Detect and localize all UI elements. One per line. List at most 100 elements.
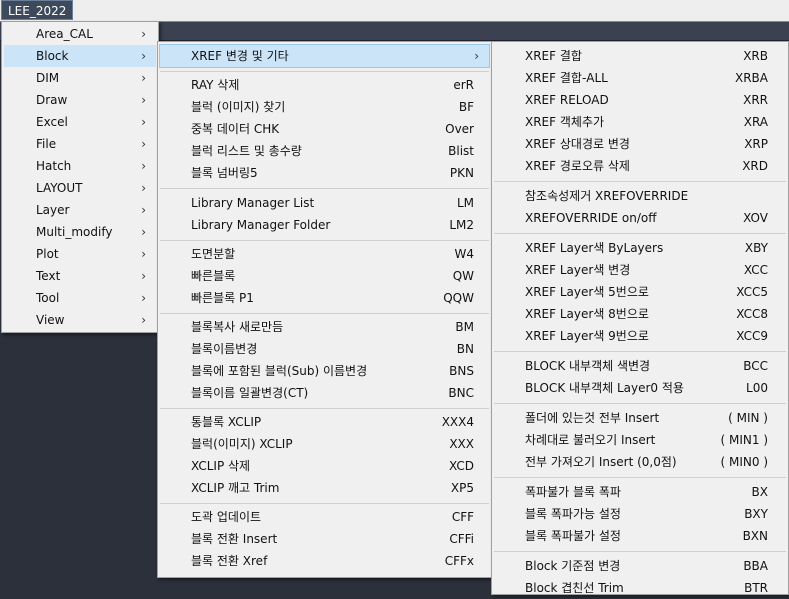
menu-item-bnc[interactable]: 블록이름 일괄변경(CT) BNC	[160, 382, 489, 404]
menu-item-l00[interactable]: BLOCK 내부객체 Layer0 적용 L00	[494, 377, 786, 399]
menu-item-bf[interactable]: 블럭 (이미지) 찾기 BF	[160, 96, 489, 118]
menu-item-plot[interactable]: Plot ›	[4, 243, 156, 265]
menu-item-shortcut: BN	[456, 342, 474, 356]
menu-item-err[interactable]: RAY 삭제 erR	[160, 74, 489, 96]
menu-item-w4[interactable]: 도면분할 W4	[160, 243, 489, 265]
menu-item-excel[interactable]: Excel ›	[4, 111, 156, 133]
menu-item-label: XREF 변경 및 기타	[191, 49, 289, 63]
menu-item-label: Block 기준점 변경	[525, 559, 621, 573]
menu-item-lm2[interactable]: Library Manager Folder LM2	[160, 214, 489, 236]
menu-item-label: DIM	[36, 71, 60, 85]
menu-item-draw[interactable]: Draw ›	[4, 89, 156, 111]
menu-item-tool[interactable]: Tool ›	[4, 287, 156, 309]
menu-item-label: XCLIP 삭제	[191, 459, 251, 473]
menu-item-xp5[interactable]: XCLIP 깨고 Trim XP5	[160, 477, 489, 499]
menu-item-hatch[interactable]: Hatch ›	[4, 155, 156, 177]
menu-item-label: Library Manager Folder	[191, 218, 331, 232]
menu-item-xref-submenu[interactable]: XREF 변경 및 기타 ›	[159, 44, 490, 68]
menubar-item-lee-2022[interactable]: LEE_2022	[1, 0, 74, 20]
menu-item-label: 도곽 업데이트	[191, 510, 262, 524]
menu-item-multi-modify[interactable]: Multi_modify ›	[4, 221, 156, 243]
menu-separator	[160, 188, 489, 189]
menu-item-block[interactable]: Block ›	[4, 45, 156, 67]
menu-item-label: Area_CAL	[36, 27, 93, 41]
menu-separator	[494, 181, 786, 182]
menu-item-pkn[interactable]: 블록 넘버링5 PKN	[160, 162, 489, 184]
menu-item-shortcut: BTR	[744, 581, 768, 595]
menu-item-xrp[interactable]: XREF 상대경로 변경 XRP	[494, 133, 786, 155]
menu-item-label: XREF 상대경로 변경	[525, 137, 630, 151]
menu-item-xcc9[interactable]: XREF Layer색 9번으로 XCC9	[494, 325, 786, 347]
menu-item-label: 블럭 리스트 및 총수량	[191, 144, 302, 158]
menu-item-bxn[interactable]: 블록 폭파불가 설정 BXN	[494, 525, 786, 547]
menu-item-label: XCLIP 깨고 Trim	[191, 481, 280, 495]
menu-item-qqw[interactable]: 빠른블록 P1 QQW	[160, 287, 489, 309]
menu-bar: LEE_2022	[0, 0, 789, 22]
menu-item-over[interactable]: 중복 데이터 CHK Over	[160, 118, 489, 140]
menu-item-cff[interactable]: 도곽 업데이트 CFF	[160, 506, 489, 528]
menu-item-min1[interactable]: 차례대로 불러오기 Insert ( MIN1 )	[494, 429, 786, 451]
menu-item-bns[interactable]: 블록에 포함된 블럭(Sub) 이름변경 BNS	[160, 360, 489, 382]
menu-item-layout[interactable]: LAYOUT ›	[4, 177, 156, 199]
menu-item-dim[interactable]: DIM ›	[4, 67, 156, 89]
menu-item-xrba[interactable]: XREF 결합-ALL XRBA	[494, 67, 786, 89]
menu-item-shortcut: BF	[458, 100, 474, 114]
menu-item-bba[interactable]: Block 기준점 변경 BBA	[494, 555, 786, 577]
menu-item-xrr[interactable]: XREF RELOAD XRR	[494, 89, 786, 111]
menu-item-view[interactable]: View ›	[4, 309, 156, 331]
menu-item-xcd[interactable]: XCLIP 삭제 XCD	[160, 455, 489, 477]
menu-item-xov[interactable]: XREFOVERRIDE on/off XOV	[494, 207, 786, 229]
menu-item-min0[interactable]: 전부 가져오기 Insert (0,0점) ( MIN0 )	[494, 451, 786, 473]
menu-item-qw[interactable]: 빠른블록 QW	[160, 265, 489, 287]
menu-separator	[494, 233, 786, 234]
menu-item-xby[interactable]: XREF Layer색 ByLayers XBY	[494, 237, 786, 259]
menu-item-bcc[interactable]: BLOCK 내부객체 색변경 BCC	[494, 355, 786, 377]
menu-item-label: 블록이름변경	[191, 342, 258, 356]
menu-item-text[interactable]: Text ›	[4, 265, 156, 287]
menu-separator	[494, 477, 786, 478]
menu-item-min[interactable]: 폴더에 있는것 전부 Insert ( MIN )	[494, 407, 786, 429]
menu-item-label: 블록 폭파가능 설정	[525, 507, 621, 521]
chevron-right-icon: ›	[141, 225, 146, 239]
menu-item-bn[interactable]: 블록이름변경 BN	[160, 338, 489, 360]
menu-item-xra[interactable]: XREF 객체추가 XRA	[494, 111, 786, 133]
menu-item-label: RAY 삭제	[191, 78, 240, 92]
menu-item-xcc[interactable]: XREF Layer색 변경 XCC	[494, 259, 786, 281]
menu-item-xrb[interactable]: XREF 결합 XRB	[494, 45, 786, 67]
menu-item-label: 중복 데이터 CHK	[191, 122, 280, 136]
menu-item-shortcut: XXX	[449, 437, 474, 451]
menu-item-shortcut: XRBA	[735, 71, 768, 85]
menu-item-bm[interactable]: 블록복사 새로만듬 BM	[160, 316, 489, 338]
menu-item-cffx[interactable]: 블록 전환 Xref CFFx	[160, 550, 489, 572]
menu-item-label: 도면분할	[191, 247, 236, 261]
chevron-right-icon: ›	[141, 269, 146, 283]
menu-item-shortcut: ( MIN1 )	[720, 433, 769, 447]
menu-item-blist[interactable]: 블럭 리스트 및 총수량 Blist	[160, 140, 489, 162]
menu-item-xxx[interactable]: 블럭(이미지) XCLIP XXX	[160, 433, 489, 455]
menu-item-shortcut: XXX4	[441, 415, 474, 429]
menu-item-bx[interactable]: 폭파불가 블록 폭파 BX	[494, 481, 786, 503]
menu-item-xcc5[interactable]: XREF Layer색 5번으로 XCC5	[494, 281, 786, 303]
menu-item-shortcut: BXN	[742, 529, 768, 543]
menu-item-bxy[interactable]: 블록 폭파가능 설정 BXY	[494, 503, 786, 525]
menu-item-xrefoverride[interactable]: 참조속성제거 XREFOVERRIDE	[494, 185, 786, 207]
menu-categories: Area_CAL › Block › DIM › Draw › Excel › File › Hatch…	[1, 21, 159, 333]
menu-item-label: XREF Layer색 ByLayers	[525, 241, 664, 255]
menu-item-file[interactable]: File ›	[4, 133, 156, 155]
chevron-right-icon: ›	[141, 247, 146, 261]
menu-item-area-cal[interactable]: Area_CAL ›	[4, 23, 156, 45]
menu-item-shortcut: BCC	[743, 359, 768, 373]
menu-item-xxx4[interactable]: 통블록 XCLIP XXX4	[160, 411, 489, 433]
menu-item-xcc8[interactable]: XREF Layer색 8번으로 XCC8	[494, 303, 786, 325]
menu-item-label: 블록복사 새로만듬	[191, 320, 284, 334]
menu-item-xrd[interactable]: XREF 경로오류 삭제 XRD	[494, 155, 786, 177]
menu-item-label: Library Manager List	[191, 196, 315, 210]
menu-item-label: Multi_modify	[36, 225, 113, 239]
menu-item-label: 참조속성제거 XREFOVERRIDE	[525, 189, 689, 203]
menu-item-cffi[interactable]: 블록 전환 Insert CFFi	[160, 528, 489, 550]
menu-item-layer[interactable]: Layer ›	[4, 199, 156, 221]
menu-item-lm[interactable]: Library Manager List LM	[160, 192, 489, 214]
menu-item-label: BLOCK 내부객체 Layer0 적용	[525, 381, 684, 395]
menu-item-label: 블록 전환 Xref	[191, 554, 268, 568]
menu-item-btr[interactable]: Block 겹친선 Trim BTR	[494, 577, 786, 599]
